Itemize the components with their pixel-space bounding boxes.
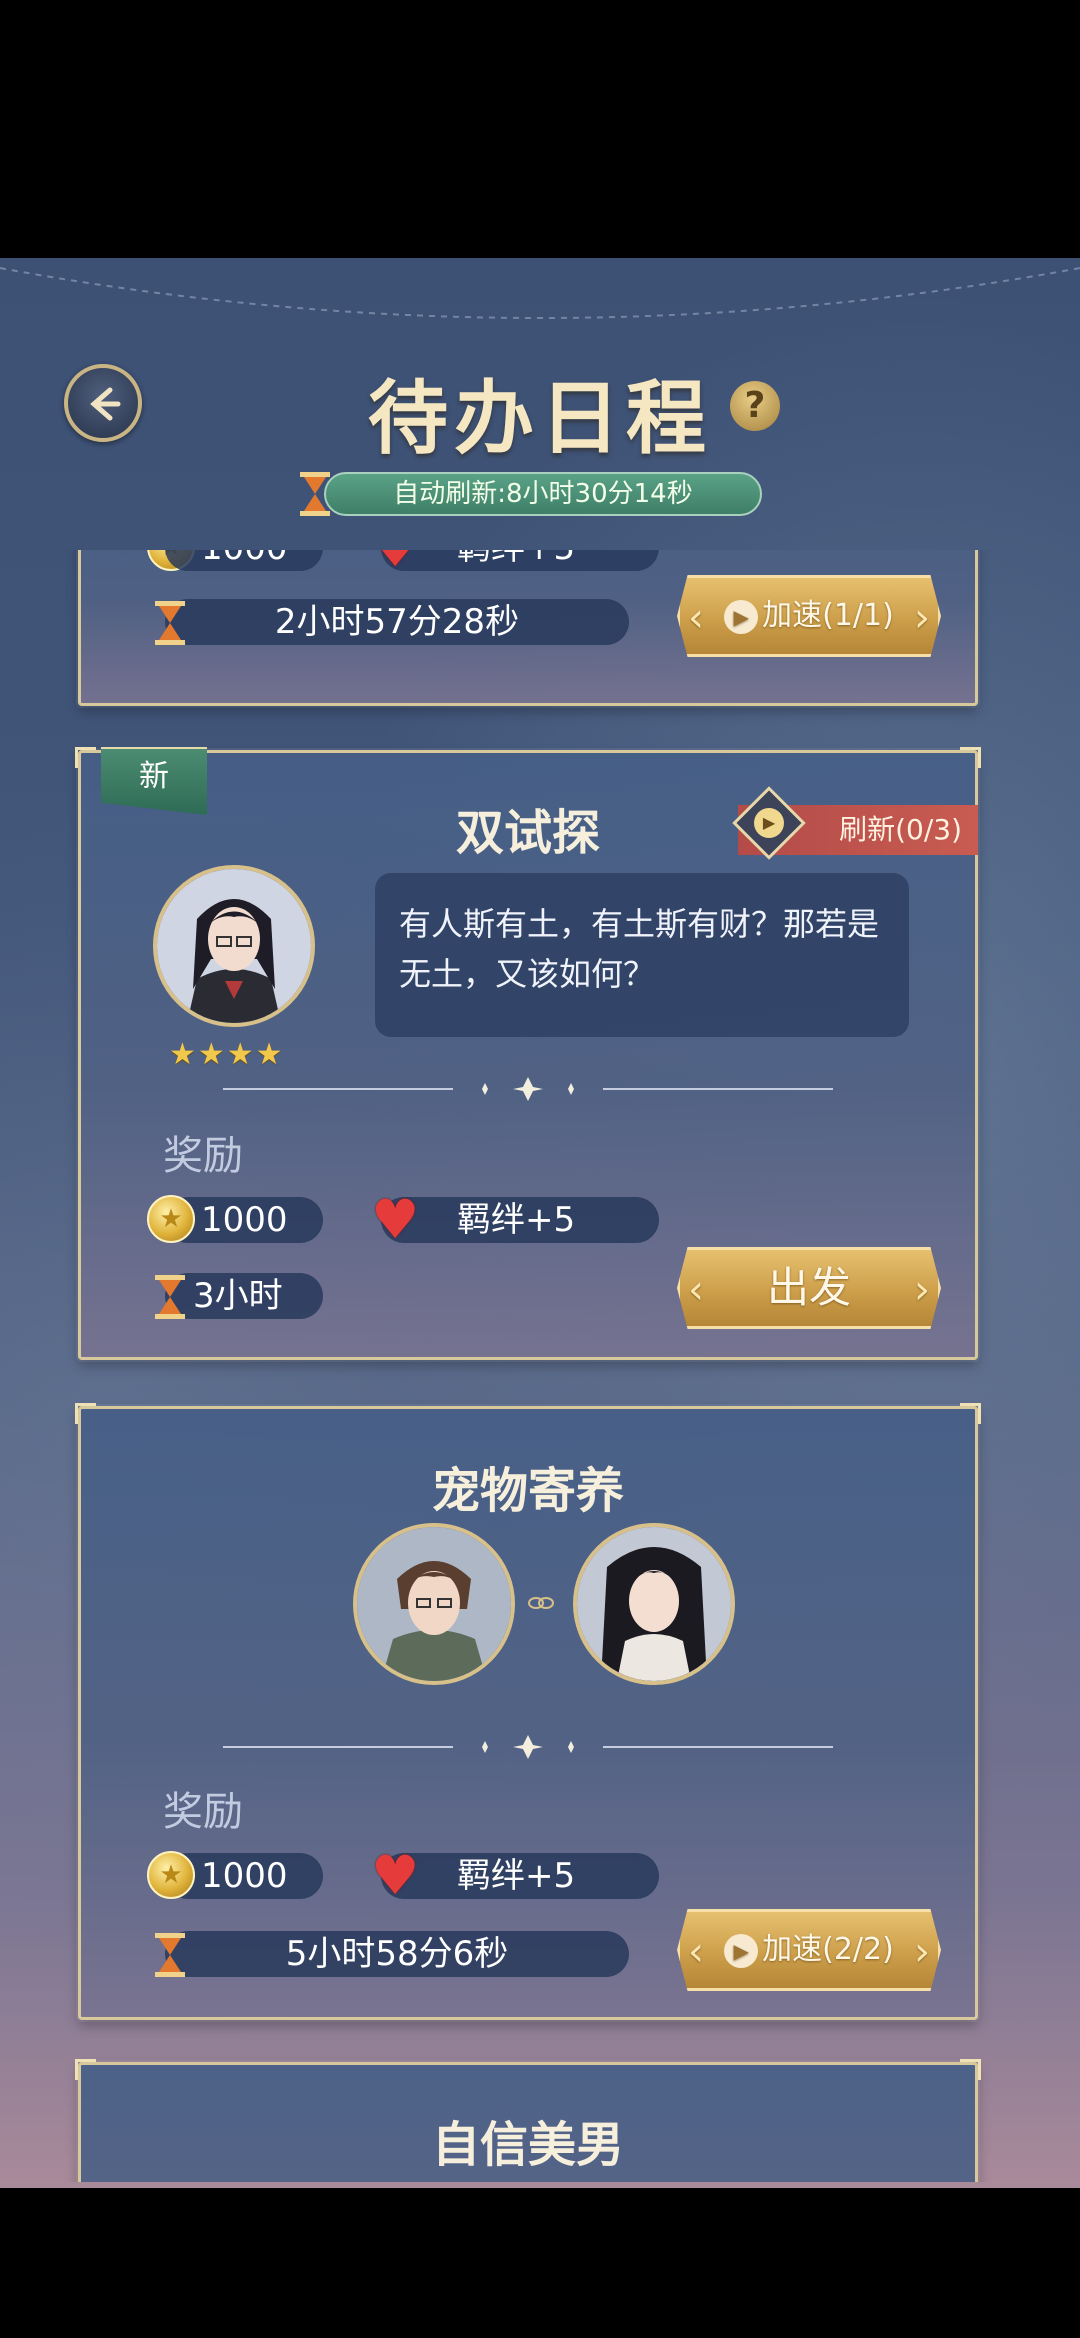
heart-icon: ♥ bbox=[371, 1188, 420, 1251]
bond-reward: 羁绊+5 bbox=[381, 550, 659, 571]
chevron-right-icon: › bbox=[914, 1929, 930, 1975]
timer-pill: 5小时58分6秒 bbox=[165, 1931, 629, 1977]
avatar[interactable] bbox=[573, 1523, 735, 1685]
hourglass-icon bbox=[155, 1933, 185, 1977]
coin-value: 1000 bbox=[201, 550, 288, 571]
divider-ornament bbox=[223, 1077, 833, 1101]
heart-icon: ♥ bbox=[371, 550, 419, 575]
heart-icon: ♥ bbox=[371, 1844, 420, 1907]
bond-reward: 羁绊+5 bbox=[381, 1853, 659, 1899]
duration-pill: 3小时 bbox=[165, 1273, 323, 1319]
character-portrait bbox=[157, 869, 311, 1023]
reward-label: 奖励 bbox=[163, 1789, 243, 1835]
remaining-time: 5小时58分6秒 bbox=[285, 1934, 509, 1974]
avatar[interactable] bbox=[153, 865, 315, 1027]
chevron-left-icon: ‹ bbox=[688, 1929, 704, 1975]
speed-up-label: 加速(2/2) bbox=[762, 1932, 894, 1967]
game-view: 待办日程 ? 自动刷新:8小时30分14秒 1000 羁绊+5 ♥ 2小时57分… bbox=[0, 258, 1080, 2188]
duration-value: 3小时 bbox=[193, 1276, 283, 1316]
coin-icon bbox=[147, 1195, 195, 1243]
schedule-card-new: 新 双试探 刷新(0/3) ▶ ★★★★ 有人斯有土，有土斯有财？那若是无土，又… bbox=[75, 747, 981, 1360]
play-icon: ▶ bbox=[724, 599, 759, 634]
bond-value: 羁绊+5 bbox=[457, 550, 575, 571]
reward-label: 奖励 bbox=[163, 1133, 243, 1179]
character-portrait bbox=[577, 1527, 731, 1681]
bond-value: 羁绊+5 bbox=[457, 1856, 576, 1896]
card-title: 宠物寄养 bbox=[431, 1463, 624, 1519]
coin-value: 1000 bbox=[201, 1200, 288, 1240]
remaining-time: 2小时57分28秒 bbox=[274, 602, 520, 642]
schedule-card-pet-sitting: 宠物寄养 奖励 1000 ★ 羁绊+5 ♥ 5小时58分6秒 ‹ ▶ 加速(2/… bbox=[75, 1403, 981, 2020]
avatar[interactable] bbox=[353, 1523, 515, 1685]
timer-pill: 2小时57分28秒 bbox=[165, 599, 629, 645]
dialog-bubble: 有人斯有土，有土斯有财？那若是无土，又该如何？ bbox=[375, 873, 909, 1037]
chevron-left-icon: ‹ bbox=[688, 595, 704, 641]
page-title: 待办日程 bbox=[368, 371, 712, 465]
character-portrait bbox=[357, 1527, 511, 1681]
chevron-right-icon: › bbox=[914, 595, 930, 641]
help-icon[interactable]: ? bbox=[730, 381, 780, 431]
speed-up-button[interactable]: ‹ ▶ 加速(2/2) › bbox=[677, 1909, 941, 1991]
link-icon bbox=[528, 1597, 554, 1609]
schedule-card-in-progress: 1000 羁绊+5 ♥ 2小时57分28秒 ‹ ▶加速(1/1) bbox=[78, 550, 978, 706]
play-icon: ▶ bbox=[724, 1933, 759, 1968]
card-title: 自信美男 bbox=[431, 2117, 624, 2173]
hourglass-icon bbox=[155, 1275, 185, 1319]
bond-value: 羁绊+5 bbox=[457, 1200, 576, 1240]
hourglass-icon bbox=[155, 601, 185, 645]
depart-label: 出发 bbox=[766, 1263, 851, 1312]
speed-up-button[interactable]: ‹ ▶ 加速(1/1) › bbox=[677, 575, 941, 657]
divider-ornament bbox=[223, 1735, 833, 1759]
auto-refresh-timer: 自动刷新:8小时30分14秒 bbox=[324, 472, 762, 516]
schedule-list[interactable]: 1000 羁绊+5 ♥ 2小时57分28秒 ‹ ▶加速(1/1) bbox=[0, 550, 1080, 2182]
schedule-card-confident-man: 自信美男 bbox=[75, 2059, 981, 2182]
coin-icon bbox=[147, 1851, 195, 1899]
coin-reward: 1000 bbox=[165, 550, 323, 571]
hourglass-icon bbox=[300, 472, 330, 516]
bond-reward: 羁绊+5 bbox=[381, 1197, 659, 1243]
refresh-label: 刷新(0/3) bbox=[839, 813, 962, 846]
play-icon: ▶ bbox=[754, 808, 784, 838]
depart-button[interactable]: ‹ 出发 › bbox=[677, 1247, 941, 1329]
speed-up-label: 加速(1/1) bbox=[762, 598, 894, 633]
coin-value: 1000 bbox=[201, 1856, 288, 1896]
chevron-right-icon: › bbox=[914, 1267, 930, 1313]
navigation-bar-area bbox=[0, 2188, 1080, 2338]
dialog-text: 有人斯有土，有土斯有财？那若是无土，又该如何？ bbox=[399, 905, 880, 993]
chevron-left-icon: ‹ bbox=[688, 1267, 704, 1313]
phone-screen: 待办日程 ? 自动刷新:8小时30分14秒 1000 羁绊+5 ♥ 2小时57分… bbox=[0, 0, 1080, 2338]
rating-stars: ★★★★ bbox=[169, 1037, 285, 1072]
